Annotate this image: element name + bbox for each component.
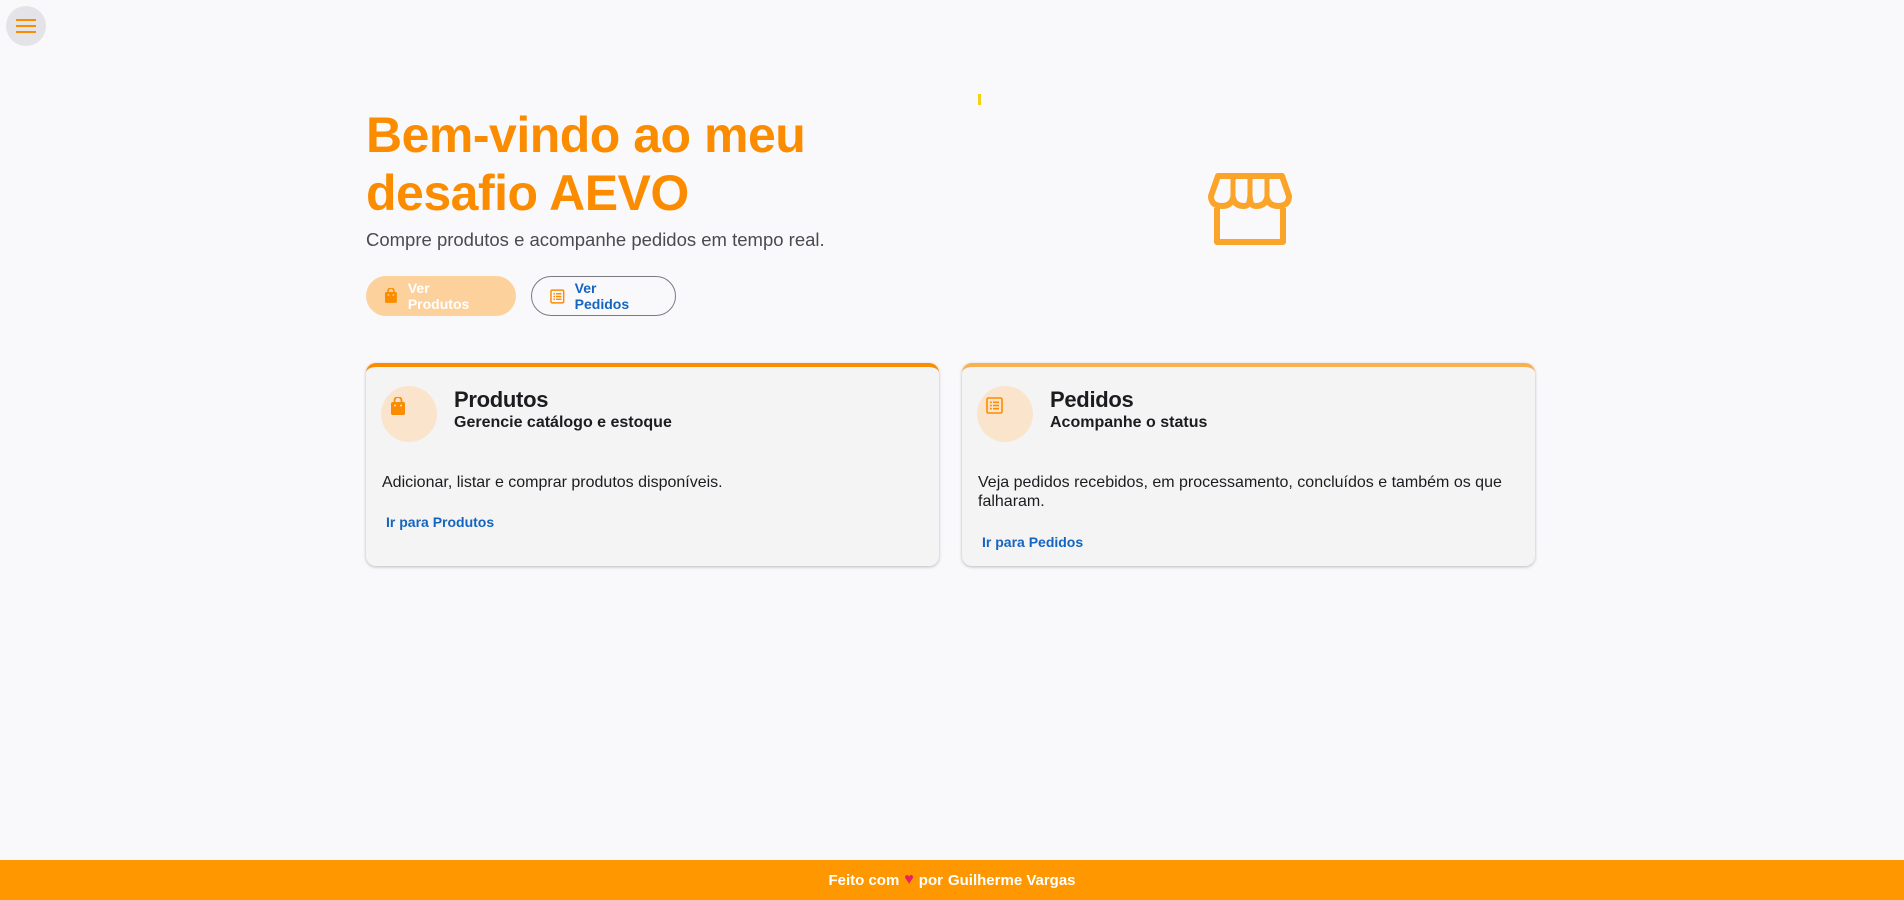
products-card-avatar	[381, 386, 437, 442]
orders-card-description: Veja pedidos recebidos, em processamento…	[978, 474, 1502, 510]
orders-card-subtitle: Acompanhe o status	[1050, 414, 1208, 431]
heart-icon: ♥	[904, 871, 914, 888]
go-to-products-link[interactable]: Ir para Produtos	[386, 514, 494, 530]
go-to-orders-link[interactable]: Ir para Pedidos	[982, 534, 1083, 550]
storefront-icon	[1208, 173, 1292, 245]
view-orders-label: Ver Pedidos	[574, 280, 630, 312]
footer-prefix: Feito com	[828, 871, 900, 889]
footer: Feito com ♥ por Guilherme Vargas	[0, 860, 1904, 900]
hero-title: Bem-vindo ao meu desafio AEVO	[366, 106, 926, 222]
hero-title-line1: Bem-vindo ao meu	[366, 107, 806, 163]
orders-card-title: Pedidos	[1050, 387, 1134, 412]
receipt-list-icon	[550, 288, 565, 304]
footer-by: por	[918, 871, 943, 889]
view-orders-button[interactable]: Ver Pedidos	[531, 276, 676, 316]
orders-card: Pedidos Acompanhe o status Veja pedidos …	[962, 363, 1535, 566]
main-content: Bem-vindo ao meu desafio AEVO Compre pro…	[366, 0, 1535, 860]
view-products-label: Ver Produtos	[407, 280, 470, 312]
products-card: Produtos Gerencie catálogo e estoque Adi…	[366, 363, 939, 566]
shopping-bag-icon	[391, 397, 405, 415]
orders-card-avatar	[977, 386, 1033, 442]
receipt-list-icon	[985, 397, 1003, 414]
hero-title-line2: desafio AEVO	[366, 165, 689, 221]
hero-subtitle: Compre produtos e acompanhe pedidos em t…	[366, 229, 825, 250]
products-card-subtitle: Gerencie catálogo e estoque	[454, 414, 672, 431]
menu-icon	[16, 19, 36, 33]
shopping-bag-icon	[384, 288, 397, 303]
view-products-button[interactable]: Ver Produtos	[366, 276, 516, 316]
footer-author: Guilherme Vargas	[947, 871, 1076, 889]
products-card-title: Produtos	[454, 387, 549, 412]
menu-button[interactable]	[6, 6, 46, 46]
products-card-description: Adicionar, listar e comprar produtos dis…	[382, 474, 723, 491]
decorative-marker	[978, 94, 981, 105]
